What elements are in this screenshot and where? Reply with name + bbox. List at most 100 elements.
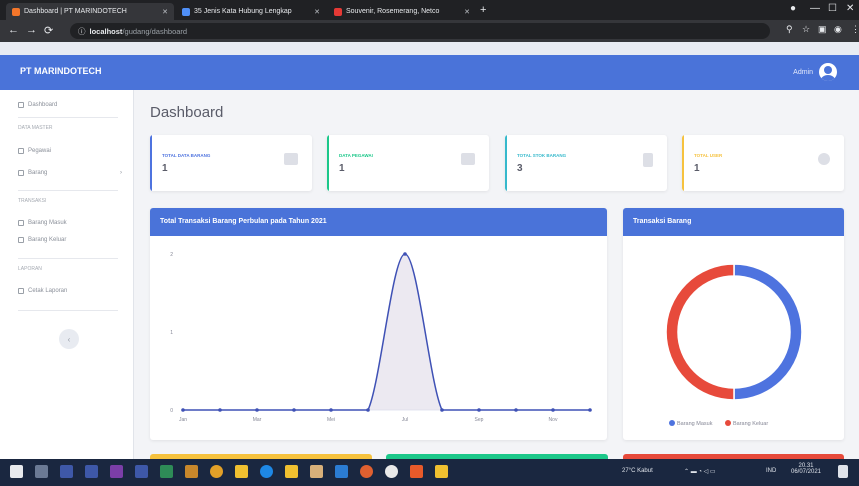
clipboard-icon xyxy=(643,153,653,167)
card-label: DATA PEGAWAI xyxy=(339,153,373,158)
sidebar-divider xyxy=(18,258,118,259)
word-icon[interactable] xyxy=(335,465,348,478)
minimize-icon[interactable]: — xyxy=(810,3,820,14)
app-icon[interactable] xyxy=(60,465,73,478)
y-tick-label: 1 xyxy=(170,330,173,336)
card-total-user: TOTAL USER 1 xyxy=(682,135,844,191)
card-label: TOTAL DATA BARANG xyxy=(162,153,211,158)
brand-name[interactable]: PT MARINDOTECH xyxy=(20,66,102,76)
chevron-right-icon[interactable]: › xyxy=(120,170,122,176)
tab-souvenir[interactable]: Souvenir, Rosemerang, Netco ✕ xyxy=(328,3,476,20)
x-tick-label: Mar xyxy=(253,417,262,423)
donut-chart: Barang Masuk Barang Keluar xyxy=(665,263,803,427)
data-point xyxy=(218,408,222,412)
forward-icon[interactable]: → xyxy=(26,24,37,36)
card-value: 3 xyxy=(517,163,523,174)
card-accent xyxy=(150,135,152,191)
app-icon[interactable] xyxy=(435,465,448,478)
tray-icons[interactable]: ⌃ ▬ ◔ ◁ ▭ xyxy=(684,468,716,475)
address-bar-row: ← → ⟳ ⓘ localhost /gudang/dashboard ⚲ ☆ … xyxy=(0,20,859,42)
app-icon[interactable] xyxy=(210,465,223,478)
menu-icon[interactable]: ⋮ xyxy=(851,24,859,35)
extension-icon[interactable]: ▣ xyxy=(818,24,827,35)
profile-avatar-icon[interactable]: ◉ xyxy=(834,24,842,35)
legend-marker xyxy=(669,420,675,426)
close-tab-icon[interactable]: ✕ xyxy=(156,8,168,16)
legend-marker xyxy=(725,420,731,426)
url-input[interactable]: ⓘ localhost /gudang/dashboard xyxy=(70,23,770,39)
data-point xyxy=(588,408,592,412)
sidebar-heading-master: DATA MASTER xyxy=(18,125,53,131)
sidebar-item-dashboard[interactable]: Dashboard xyxy=(18,102,57,108)
user-plus-icon xyxy=(818,153,830,165)
line-chart-title: Total Transaksi Barang Perbulan pada Tah… xyxy=(150,208,607,236)
favicon-icon xyxy=(182,7,190,16)
app-icon[interactable] xyxy=(285,465,298,478)
notification-icon[interactable] xyxy=(838,465,848,478)
sidebar-heading-laporan: LAPORAN xyxy=(18,266,42,272)
sidebar-item-label: Barang Keluar xyxy=(28,237,67,243)
back-icon[interactable]: ← xyxy=(8,24,19,36)
close-tab-icon[interactable]: ✕ xyxy=(308,8,320,16)
new-tab-icon[interactable]: + xyxy=(480,4,486,16)
x-tick-label: Nov xyxy=(549,417,558,423)
maximize-icon[interactable]: ☐ xyxy=(828,3,837,14)
card-accent xyxy=(682,135,684,191)
bookmark-star-icon[interactable]: ☆ xyxy=(802,24,810,35)
app-icon[interactable] xyxy=(410,465,423,478)
close-window-icon[interactable]: ✕ xyxy=(846,3,854,14)
info-icon: ⓘ xyxy=(78,26,86,36)
sidebar-divider xyxy=(18,190,118,191)
app-icon[interactable] xyxy=(160,465,173,478)
x-tick-label: Sep xyxy=(475,417,484,423)
sidebar-divider xyxy=(18,310,118,311)
sidebar-item-barang-keluar[interactable]: Barang Keluar xyxy=(18,237,66,243)
pie-slice xyxy=(665,263,735,401)
y-tick-label: 2 xyxy=(170,252,173,258)
app-icon[interactable] xyxy=(135,465,148,478)
card-accent xyxy=(327,135,329,191)
x-tick-label: Jul xyxy=(402,417,408,423)
print-icon xyxy=(18,288,24,294)
user-menu[interactable]: Admin xyxy=(793,63,837,81)
sidebar-item-barang[interactable]: Barang xyxy=(18,170,47,176)
card-label: TOTAL USER xyxy=(694,153,723,158)
tab-kata-hubung[interactable]: 35 Jenis Kata Hubung Lengkap ✕ xyxy=(176,3,326,20)
users-icon xyxy=(461,153,475,165)
reload-icon[interactable]: ⟳ xyxy=(44,24,53,37)
app-icon[interactable] xyxy=(310,465,323,478)
close-tab-icon[interactable]: ✕ xyxy=(458,8,470,16)
card-data-pegawai: DATA PEGAWAI 1 xyxy=(327,135,489,191)
app-icon[interactable] xyxy=(185,465,198,478)
app-icon[interactable] xyxy=(85,465,98,478)
app-viewport: PT MARINDOTECH Admin Dashboard DATA MAST… xyxy=(0,42,859,459)
weather-text[interactable]: 27°C Kabut xyxy=(622,468,653,474)
start-icon[interactable] xyxy=(10,465,23,478)
sidebar-toggle-button[interactable]: ‹ xyxy=(59,329,79,349)
sidebar-item-barang-masuk[interactable]: Barang Masuk xyxy=(18,220,67,226)
profile-dot-icon[interactable]: ● xyxy=(790,3,796,14)
card-label: TOTAL STOK BARANG xyxy=(517,153,567,158)
data-point xyxy=(514,408,518,412)
clock[interactable]: 20.31 06/07/2021 xyxy=(786,463,826,475)
card-value: 1 xyxy=(162,163,168,174)
sidebar-item-cetak-laporan[interactable]: Cetak Laporan xyxy=(18,288,67,294)
chrome-icon[interactable] xyxy=(385,465,398,478)
app-icon[interactable] xyxy=(360,465,373,478)
favicon-icon xyxy=(334,7,342,16)
sidebar-item-label: Cetak Laporan xyxy=(28,288,68,294)
file-explorer-icon[interactable] xyxy=(235,465,248,478)
legend-label: Barang Keluar xyxy=(733,421,768,427)
search-icon[interactable]: ⚲ xyxy=(786,24,793,35)
language-indicator[interactable]: IND xyxy=(766,468,776,474)
box-icon xyxy=(18,170,24,176)
top-navbar: PT MARINDOTECH Admin xyxy=(0,55,859,90)
tab-dashboard[interactable]: Dashboard | PT MARINDOTECH ✕ xyxy=(6,3,174,20)
dashboard-icon xyxy=(18,102,24,108)
data-point xyxy=(440,408,444,412)
tab-title: Dashboard | PT MARINDOTECH xyxy=(24,8,127,15)
sidebar-item-pegawai[interactable]: Pegawai xyxy=(18,148,51,154)
edge-icon[interactable] xyxy=(260,465,273,478)
task-view-icon[interactable] xyxy=(35,465,48,478)
app-icon[interactable] xyxy=(110,465,123,478)
